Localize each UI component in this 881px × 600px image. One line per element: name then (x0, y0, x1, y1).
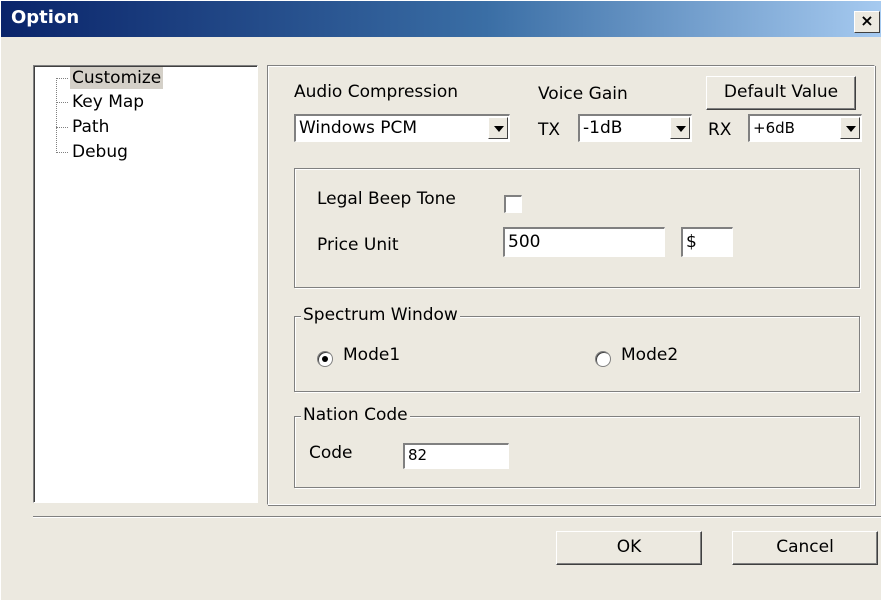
radio-selected-dot (322, 356, 328, 362)
tree-connector (56, 102, 68, 103)
dialog-title: Option (11, 7, 80, 28)
tree-item-path[interactable]: Path (70, 116, 111, 138)
tree-connector (56, 78, 68, 79)
mode1-radio[interactable] (317, 351, 333, 367)
tree-connector (56, 152, 68, 153)
options-tree[interactable]: Customize Key Map Path Debug (33, 65, 258, 503)
currency-input[interactable]: $ (681, 227, 733, 257)
currency-value: $ (686, 232, 697, 252)
code-label: Code (309, 443, 353, 463)
price-unit-value: 500 (508, 232, 541, 252)
price-unit-input[interactable]: 500 (503, 227, 665, 257)
tx-gain-value: -1dB (583, 118, 623, 138)
audio-compression-label: Audio Compression (294, 82, 459, 102)
tree-item-key-map[interactable]: Key Map (70, 91, 146, 113)
nation-code-group: Nation Code Code 82 (294, 405, 860, 488)
close-icon: × (860, 11, 874, 30)
nation-code-title: Nation Code (301, 405, 410, 425)
default-value-button[interactable]: Default Value (706, 76, 856, 110)
tree-connector (56, 127, 68, 128)
cancel-button[interactable]: Cancel (732, 531, 878, 565)
dropdown-arrow-icon[interactable] (840, 117, 860, 139)
legal-group: Legal Beep Tone Price Unit 500 $ (294, 168, 860, 288)
rx-label: RX (708, 120, 732, 140)
audio-compression-select[interactable]: Windows PCM (294, 114, 510, 142)
spectrum-window-title: Spectrum Window (301, 305, 460, 325)
footer-separator (33, 516, 881, 518)
customize-page: Audio Compression Windows PCM Voice Gain… (267, 65, 875, 505)
ok-button[interactable]: OK (556, 531, 702, 565)
tx-label: TX (538, 120, 561, 140)
legal-beep-tone-label: Legal Beep Tone (317, 189, 456, 209)
legal-beep-tone-checkbox[interactable] (504, 195, 522, 213)
mode1-label[interactable]: Mode1 (343, 345, 400, 365)
spectrum-window-group: Spectrum Window Mode1 Mode2 (294, 305, 860, 392)
dropdown-arrow-icon[interactable] (670, 117, 690, 139)
option-dialog: Option × Customize Key Map Path Debug Au… (0, 0, 881, 600)
rx-gain-select[interactable]: +6dB (748, 114, 862, 142)
audio-compression-value: Windows PCM (299, 118, 418, 138)
mode2-radio[interactable] (595, 351, 611, 367)
tree-item-customize[interactable]: Customize (70, 67, 164, 89)
mode2-label[interactable]: Mode2 (621, 345, 678, 365)
close-button[interactable]: × (854, 11, 880, 33)
tree-item-debug[interactable]: Debug (70, 141, 130, 163)
tree-connector-line (56, 78, 57, 153)
rx-gain-value: +6dB (753, 119, 795, 137)
tx-gain-select[interactable]: -1dB (578, 114, 692, 142)
dropdown-arrow-icon[interactable] (488, 117, 508, 139)
price-unit-label: Price Unit (317, 235, 399, 255)
nation-code-input[interactable]: 82 (403, 443, 509, 469)
title-bar[interactable]: Option × (1, 1, 881, 37)
nation-code-value: 82 (408, 446, 428, 464)
voice-gain-label: Voice Gain (538, 84, 628, 104)
